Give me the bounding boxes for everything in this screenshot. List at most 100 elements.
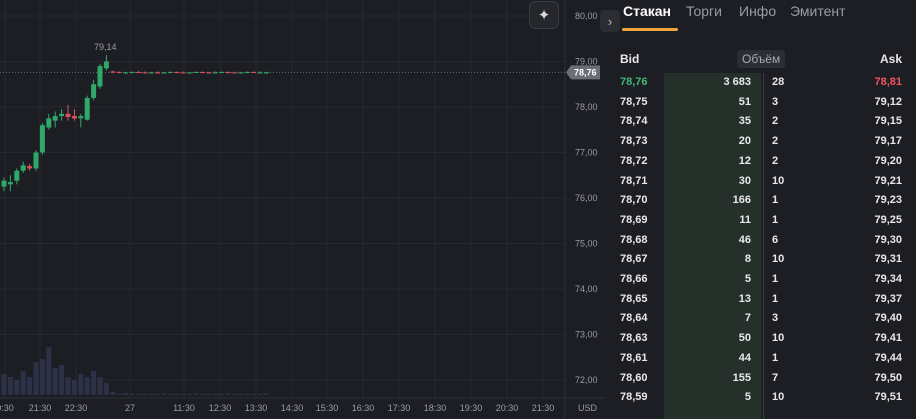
bid-price: 78,74	[620, 115, 648, 128]
volume-bar	[219, 393, 225, 395]
active-tab-indicator	[622, 28, 678, 31]
ask-price: 79,20	[874, 154, 902, 167]
tab-trades[interactable]: Торги	[686, 3, 722, 19]
ask-price: 79,37	[874, 292, 902, 305]
bid-price: 78,69	[620, 213, 648, 226]
y-tick-label: 78,00	[575, 102, 598, 112]
candle-body	[1, 180, 7, 187]
volume-bar	[33, 362, 39, 395]
x-tick-label: 18:30	[424, 403, 447, 413]
y-tick-label: 74,00	[575, 284, 598, 294]
volume-bar	[103, 383, 109, 395]
tab-info[interactable]: Инфо	[739, 3, 776, 19]
candle-body	[78, 116, 84, 119]
ask-price: 79,44	[874, 351, 902, 364]
volume-bar	[7, 377, 13, 395]
ask-volume: 3	[772, 312, 779, 325]
y-tick-label: 79,00	[575, 57, 598, 67]
order-book-row[interactable]: 78,59 5 10 79,51	[610, 388, 916, 407]
order-book-row[interactable]: 78,65 13 1 79,37	[610, 290, 916, 309]
x-tick-label: 0:30	[0, 403, 14, 413]
bid-price: 78,68	[620, 233, 648, 246]
ask-price: 79,17	[874, 135, 902, 148]
bid-volume: 13	[738, 292, 751, 305]
candle-body	[155, 72, 161, 74]
order-book-row[interactable]: 78,75 51 3 79,12	[610, 93, 916, 112]
ask-volume: 7	[772, 371, 779, 384]
ask-price: 79,15	[874, 115, 902, 128]
candle-body	[135, 71, 141, 73]
volume-bar	[206, 393, 212, 395]
candle-body	[84, 97, 90, 120]
order-book-row[interactable]: 78,73 20 2 79,17	[610, 132, 916, 151]
ask-price: 79,21	[874, 174, 902, 187]
volume-bar	[257, 393, 263, 395]
ask-volume: 1	[772, 292, 779, 305]
volume-bar	[231, 393, 237, 395]
ask-price: 79,30	[874, 233, 902, 246]
bid-volume: 35	[738, 115, 751, 128]
volume-bar	[193, 393, 199, 395]
order-book-row[interactable]: 78,71 30 10 79,21	[610, 172, 916, 191]
order-book-row[interactable]: 78,74 35 2 79,15	[610, 112, 916, 131]
candle-body	[180, 72, 186, 74]
volume-bar	[116, 393, 122, 395]
order-book-row[interactable]: 78,69 11 1 79,25	[610, 211, 916, 230]
order-book-row[interactable]: 78,66 5 1 79,34	[610, 270, 916, 289]
ai-assistant-button[interactable]: ✦	[529, 1, 559, 29]
bid-volume: 50	[738, 332, 751, 345]
candle-body	[52, 116, 58, 121]
volume-bar	[244, 393, 250, 395]
order-book-row[interactable]: 78,63 50 10 79,41	[610, 329, 916, 348]
ask-volume: 10	[772, 391, 785, 404]
candle-body	[103, 61, 109, 69]
bid-volume: 30	[738, 174, 751, 187]
bid-price: 78,59	[620, 391, 648, 404]
order-book-row[interactable]: 78,68 46 6 79,30	[610, 231, 916, 250]
candle-body	[161, 72, 167, 74]
bid-volume: 46	[738, 233, 751, 246]
order-book-row[interactable]: 78,70 166 1 79,23	[610, 191, 916, 210]
x-tick-label: 20:30	[496, 403, 519, 413]
order-book-row[interactable]: 78,61 44 1 79,44	[610, 349, 916, 368]
order-book-row[interactable]: 78,76 3 683 28 78,81	[610, 73, 916, 92]
collapse-panel-button[interactable]: ›	[600, 10, 620, 32]
bid-price: 78,65	[620, 292, 648, 305]
candle-body	[187, 72, 193, 74]
volume-bar	[123, 393, 129, 395]
ask-volume: 1	[772, 213, 779, 226]
candlestick-chart-svg[interactable]: 80,00 79,00 78,00 77,00 76,00 75,00 74,00 73,00…	[0, 0, 606, 419]
order-book-row[interactable]: 78,67 8 10 79,31	[610, 250, 916, 269]
x-tick-label: 21:30	[532, 403, 555, 413]
candle-body	[123, 72, 129, 74]
bid-volume: 5	[744, 273, 751, 285]
volume-bar	[52, 368, 58, 395]
tab-bar: Стакан Торги Инфо Эмитент	[610, 0, 916, 34]
x-tick-label: 15:30	[316, 403, 339, 413]
bid-header: Bid	[620, 52, 640, 66]
tab-issuer[interactable]: Эмитент	[790, 3, 846, 19]
volume-bar	[65, 377, 71, 395]
ask-volume: 2	[772, 135, 779, 148]
x-tick-label: 19:30	[460, 403, 483, 413]
x-tick-label: 14:30	[281, 403, 304, 413]
candle-body	[7, 182, 13, 185]
price-chart[interactable]: 80,00 79,00 78,00 77,00 76,00 75,00 74,00 73,00…	[0, 0, 606, 419]
x-tick-label: 16:30	[352, 403, 375, 413]
volume-header[interactable]: Объём	[737, 50, 786, 68]
order-book-row[interactable]: 78,64 7 3 79,40	[610, 309, 916, 328]
tab-order-book[interactable]: Стакан	[623, 3, 671, 19]
volume-bar	[238, 393, 244, 395]
high-price-label: 79,14	[94, 42, 117, 52]
volume-bar	[129, 393, 135, 395]
volume-bar	[148, 393, 154, 395]
bid-price: 78,64	[620, 312, 648, 325]
order-book-row[interactable]: 78,72 12 2 79,20	[610, 152, 916, 171]
ask-volume: 1	[772, 351, 779, 364]
x-tick-label: 12:30	[209, 403, 232, 413]
order-book-row[interactable]: 78,60 155 7 79,50	[610, 369, 916, 388]
bid-volume: 8	[744, 253, 751, 266]
ask-price: 78,81	[874, 76, 902, 88]
candle-body	[174, 71, 180, 73]
y-tick-label: 72,00	[575, 375, 598, 385]
